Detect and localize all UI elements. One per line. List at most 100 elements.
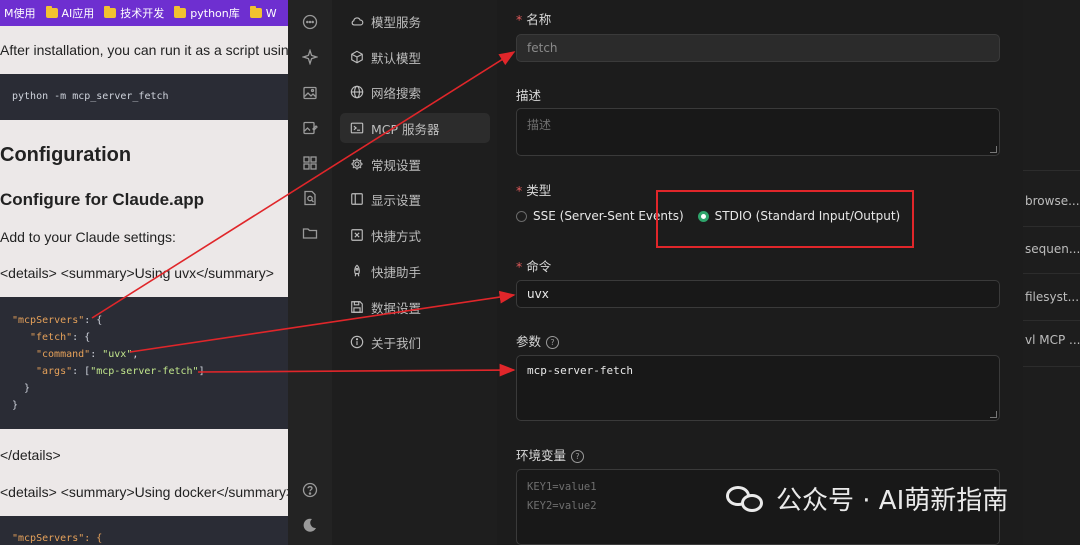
label-text: 名称: [526, 12, 552, 27]
folder-icon: [174, 6, 187, 18]
bookmark-label: W: [265, 6, 277, 20]
icon-rail: [288, 0, 332, 545]
code-line: "mcpServers": {: [12, 533, 103, 544]
list-divider: [1023, 366, 1080, 367]
image-icon[interactable]: [301, 84, 319, 102]
menu-item-about-us[interactable]: 关于我们: [340, 327, 490, 357]
name-field[interactable]: fetch: [516, 34, 1000, 62]
menu-item-web-search[interactable]: 网络搜索: [340, 77, 490, 107]
globe-icon: [349, 84, 365, 100]
bookmark-item[interactable]: AI应用: [45, 5, 94, 21]
menu-item-label: 网络搜索: [371, 85, 422, 101]
cloud-icon: [349, 13, 365, 29]
bookmark-item[interactable]: python库: [174, 5, 240, 21]
bookmark-item[interactable]: W: [249, 6, 277, 20]
list-divider: [1023, 273, 1080, 274]
doc-intro-text: After installation, you can run it as a …: [0, 42, 288, 58]
menu-item-label: 数据设置: [371, 300, 422, 316]
code-line: "mcpServers": {: [12, 315, 102, 326]
label-text: 参数: [516, 334, 542, 349]
code-punct: ,: [132, 349, 139, 360]
resize-handle[interactable]: [990, 411, 997, 418]
server-list: browse... sequen... filesyst... vl MCP .…: [1023, 0, 1080, 545]
settings-menu: 模型服务 默认模型 网络搜索 MCP 服务器 常规设置 显示设置 快捷方式 快捷…: [332, 0, 497, 545]
doc-details-uvx: <details> <summary>Using uvx</summary>: [0, 265, 274, 281]
help-icon[interactable]: ?: [571, 450, 585, 463]
list-item[interactable]: browse...: [1025, 194, 1080, 208]
radio-sse[interactable]: [516, 210, 527, 222]
description-field[interactable]: 描述: [516, 108, 1000, 156]
args-field[interactable]: mcp-server-fetch: [516, 355, 1000, 421]
mcp-server-form: * 名称 fetch 描述 描述 * 类型 SSE (Server-Sent Eve…: [497, 0, 1023, 545]
menu-item-model-service[interactable]: 模型服务: [340, 6, 490, 36]
menu-item-label: 显示设置: [371, 192, 422, 208]
command-field[interactable]: uvx: [516, 280, 1000, 308]
bookmark-item[interactable]: M使用: [4, 5, 36, 21]
name-label: * 名称: [516, 9, 551, 28]
folder-icon: [104, 6, 117, 18]
code-line: "args": ["mcp-server-fetch"]: [36, 366, 205, 377]
required-mark: *: [516, 12, 523, 27]
file-search-icon[interactable]: [301, 189, 319, 207]
menu-item-quick-assistant[interactable]: 快捷助手: [340, 256, 490, 286]
list-item[interactable]: vl MCP ...: [1025, 333, 1080, 347]
display-icon: [349, 191, 365, 207]
menu-item-display-settings[interactable]: 显示设置: [340, 184, 490, 214]
args-label: 参数?: [516, 331, 560, 350]
doc-details-close: </details>: [0, 447, 61, 463]
help-icon[interactable]: ?: [546, 336, 560, 349]
watermark-text: 公众号 · AI萌新指南: [776, 486, 1009, 516]
image-edit-icon[interactable]: [301, 119, 319, 137]
menu-item-label: 默认模型: [371, 50, 422, 66]
code-key: "command": [36, 349, 91, 360]
folder-icon: [45, 6, 58, 18]
menu-item-shortcuts[interactable]: 快捷方式: [340, 220, 490, 250]
bookmark-item[interactable]: 技术开发: [104, 5, 164, 21]
wechat-icon: [726, 484, 766, 514]
menu-item-label: 关于我们: [371, 335, 422, 351]
required-mark: *: [516, 183, 523, 198]
code-key: "fetch": [30, 332, 73, 343]
doc-details-docker: <details> <summary>Using docker</summary…: [0, 484, 288, 500]
menu-item-label: 快捷助手: [371, 264, 422, 280]
list-item-label: browse...: [1025, 194, 1080, 208]
code-line: }: [12, 400, 19, 411]
code-key: "mcpServers": [12, 315, 85, 326]
bookmark-label: 技术开发: [120, 7, 165, 20]
menu-item-default-model[interactable]: 默认模型: [340, 42, 490, 72]
code-punct: : [: [72, 366, 91, 377]
rocket-icon: [349, 263, 365, 279]
menu-item-general-settings[interactable]: 常规设置: [340, 149, 490, 179]
command-icon: [349, 227, 365, 243]
menu-item-mcp-servers[interactable]: MCP 服务器: [340, 113, 490, 143]
documentation-page: M使用 AI应用 技术开发 python库 W After installati…: [0, 0, 288, 545]
menu-item-data-settings[interactable]: 数据设置: [340, 292, 490, 322]
sparkle-icon[interactable]: [301, 48, 319, 66]
list-item-label: filesyst...: [1025, 290, 1080, 304]
menu-item-label: 模型服务: [371, 14, 422, 30]
code-key: "args": [36, 366, 73, 377]
required-mark: *: [516, 259, 523, 274]
grid-icon[interactable]: [301, 154, 319, 172]
watermark: 公众号 · AI萌新指南: [726, 480, 1008, 517]
command-label: * 命令: [516, 256, 551, 275]
code-line: "fetch": {: [30, 332, 90, 343]
resize-handle[interactable]: [990, 146, 997, 153]
folder-icon[interactable]: [301, 224, 319, 242]
list-item-label: vl MCP ...: [1025, 333, 1080, 347]
chat-icon[interactable]: [301, 13, 319, 31]
type-label: * 类型: [516, 180, 551, 199]
list-item[interactable]: filesyst...: [1025, 290, 1079, 304]
moon-icon[interactable]: [301, 516, 319, 534]
code-line: "command": "uvx",: [36, 349, 138, 360]
list-divider: [1023, 226, 1080, 227]
menu-item-label: 快捷方式: [371, 228, 422, 244]
label-text: 命令: [526, 259, 552, 274]
help-icon[interactable]: [301, 481, 319, 499]
bookmarks-bar: M使用 AI应用 技术开发 python库 W: [0, 0, 288, 26]
code-block-run: python -m mcp_server_fetch: [0, 74, 288, 120]
list-item[interactable]: sequen...: [1025, 242, 1080, 256]
code-punct: :: [90, 349, 103, 360]
code-block-uvx: "mcpServers": { "fetch": { "command": "u…: [0, 297, 288, 429]
list-divider: [1023, 170, 1080, 171]
